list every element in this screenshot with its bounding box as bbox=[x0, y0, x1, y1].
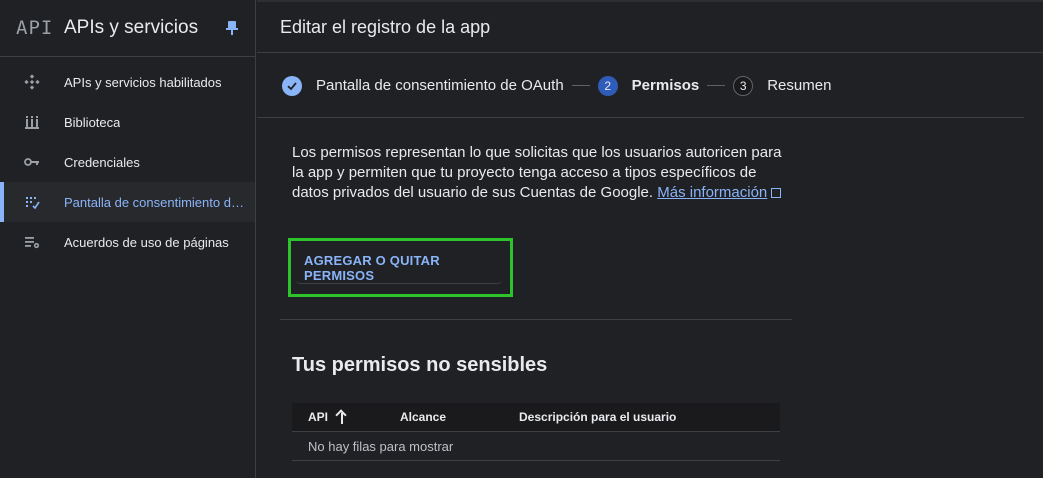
consent-grid-icon bbox=[24, 194, 40, 210]
column-label: API bbox=[308, 410, 329, 424]
sidebar-title: APIs y servicios bbox=[64, 17, 199, 38]
empty-text: No hay filas para mostrar bbox=[308, 438, 454, 454]
api-logo: API bbox=[16, 17, 54, 39]
external-link-icon bbox=[771, 188, 782, 198]
check-icon bbox=[282, 75, 302, 96]
sidebar-header: API APIs y servicios bbox=[0, 0, 255, 57]
column-label: Descripción para el usuario bbox=[519, 410, 677, 424]
sidebar-item-label: APIs y servicios habilitados bbox=[64, 74, 222, 90]
sidebar-nav: APIs y servicios habilitados Biblioteca … bbox=[0, 57, 255, 262]
step-label: Resumen bbox=[767, 77, 832, 94]
column-header-api[interactable]: API bbox=[292, 409, 384, 424]
sidebar: API APIs y servicios APIs y servicios ha… bbox=[0, 0, 256, 478]
column-header-description[interactable]: Descripción para el usuario bbox=[503, 410, 676, 424]
page-header: Editar el registro de la app bbox=[257, 2, 1043, 53]
page-title: Editar el registro de la app bbox=[280, 16, 491, 37]
section-title: Tus permisos no sensibles bbox=[292, 354, 548, 376]
scopes-table: API Alcance Descripción para el usuario … bbox=[292, 403, 780, 461]
settings-list-icon bbox=[24, 234, 40, 250]
step-consent-screen[interactable]: Pantalla de consentimiento de OAuth bbox=[282, 75, 564, 96]
sidebar-item-label: Biblioteca bbox=[64, 114, 121, 130]
step-number: 3 bbox=[733, 75, 754, 96]
sidebar-item-label: Acuerdos de uso de páginas bbox=[64, 234, 229, 250]
sidebar-item-consent-screen[interactable]: Pantalla de consentimiento de OAuth bbox=[0, 182, 255, 222]
sidebar-item-library[interactable]: Biblioteca bbox=[0, 102, 255, 142]
sidebar-item-enabled-apis[interactable]: APIs y servicios habilitados bbox=[0, 62, 255, 102]
column-header-scope[interactable]: Alcance bbox=[384, 410, 503, 424]
key-icon bbox=[24, 154, 40, 170]
step-label: Pantalla de consentimiento de OAuth bbox=[316, 77, 564, 94]
library-icon bbox=[24, 114, 40, 130]
table-empty-row: No hay filas para mostrar bbox=[292, 432, 780, 461]
more-info-link[interactable]: Más información bbox=[657, 184, 767, 201]
more-info-label: Más información bbox=[657, 184, 768, 201]
sidebar-item-page-usage[interactable]: Acuerdos de uso de páginas bbox=[0, 222, 255, 262]
step-summary[interactable]: 3 Resumen bbox=[733, 75, 832, 96]
stepper: Pantalla de consentimiento de OAuth 2 Pe… bbox=[257, 54, 1024, 118]
sidebar-item-label: Credenciales bbox=[64, 154, 140, 170]
step-label: Permisos bbox=[631, 77, 700, 94]
step-number: 2 bbox=[597, 75, 618, 96]
sort-ascending-icon bbox=[335, 409, 348, 424]
add-remove-scopes-button[interactable]: AGREGAR O QUITAR PERMISOS bbox=[296, 252, 502, 284]
sidebar-item-credentials[interactable]: Credenciales bbox=[0, 142, 255, 182]
description-text: Los permisos representan lo que solicita… bbox=[292, 143, 782, 203]
column-label: Alcance bbox=[400, 410, 447, 424]
divider bbox=[280, 319, 792, 320]
step-separator bbox=[571, 85, 590, 86]
diamond-dots-icon bbox=[24, 74, 40, 90]
permissions-description: Los permisos representan lo que solicita… bbox=[292, 143, 782, 203]
table-header: API Alcance Descripción para el usuario bbox=[292, 403, 780, 432]
step-separator bbox=[707, 85, 726, 86]
step-permissions[interactable]: 2 Permisos bbox=[597, 75, 700, 96]
sidebar-item-label: Pantalla de consentimiento de OAuth bbox=[64, 194, 244, 210]
pin-icon[interactable] bbox=[225, 20, 239, 36]
